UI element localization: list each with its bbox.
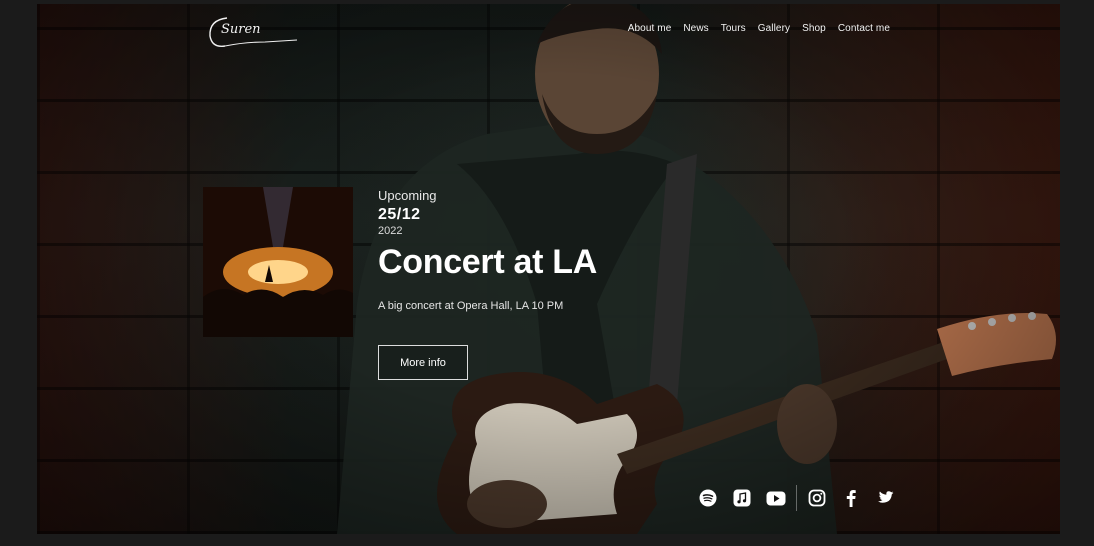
facebook-icon[interactable] (834, 485, 868, 511)
nav-gallery[interactable]: Gallery (758, 23, 790, 34)
spotify-icon[interactable] (691, 485, 725, 511)
logo-text: Suren (221, 22, 261, 37)
nav-tours[interactable]: Tours (721, 23, 746, 34)
upcoming-label: Upcoming (378, 188, 437, 203)
main-nav: About me News Tours Gallery Shop Contact… (628, 23, 890, 34)
concert-title: Concert at LA (378, 243, 598, 281)
twitter-icon[interactable] (868, 485, 902, 511)
concert-thumbnail[interactable] (203, 187, 353, 337)
instagram-icon[interactable] (800, 485, 834, 511)
concert-date: 25/12 (378, 206, 421, 223)
apple-music-icon[interactable] (725, 485, 759, 511)
nav-contact-me[interactable]: Contact me (838, 23, 890, 34)
nav-shop[interactable]: Shop (802, 23, 826, 34)
social-divider (796, 485, 797, 511)
hero-section: Suren About me News Tours Gallery Shop C… (37, 4, 1060, 534)
concert-year: 2022 (378, 225, 403, 237)
nav-about-me[interactable]: About me (628, 23, 672, 34)
nav-news[interactable]: News (683, 23, 708, 34)
more-info-button[interactable]: More info (378, 345, 468, 380)
concert-description: A big concert at Opera Hall, LA 10 PM (378, 300, 564, 312)
youtube-icon[interactable] (759, 485, 793, 511)
social-bar (691, 485, 902, 511)
concert-info: Upcoming 25/12 2022 Concert at LA A big … (378, 188, 597, 312)
